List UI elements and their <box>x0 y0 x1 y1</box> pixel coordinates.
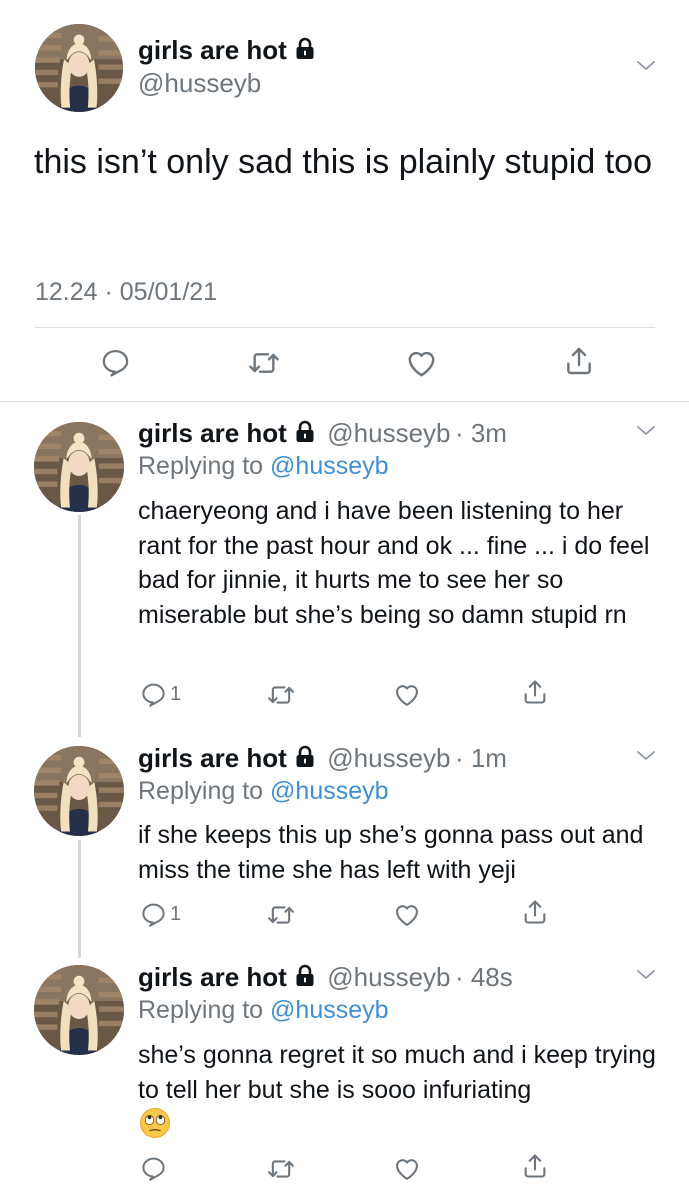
tweet-text: she’s gonna regret it so much and i keep… <box>138 1041 656 1104</box>
handle[interactable]: @husseyb <box>138 68 261 99</box>
display-name[interactable]: girls are hot <box>138 35 287 65</box>
reply-icon <box>140 901 167 928</box>
retweet-icon <box>267 1155 295 1183</box>
chevron-down-icon[interactable] <box>634 963 658 992</box>
replying-to: Replying to @husseyb <box>138 777 389 805</box>
like-icon <box>393 1155 421 1183</box>
retweet-icon <box>267 681 295 709</box>
chevron-down-icon[interactable] <box>634 54 658 83</box>
lock-icon <box>293 37 317 68</box>
tweet-text: if she keeps this up she’s gonna pass ou… <box>138 821 644 884</box>
like-icon <box>405 347 438 380</box>
reply-count: 1 <box>170 903 182 925</box>
rolling-eyes-emoji <box>139 1107 171 1144</box>
reply-icon <box>100 347 131 378</box>
like-button[interactable] <box>405 347 438 380</box>
like-button[interactable] <box>393 681 421 709</box>
replying-to: Replying to @husseyb <box>138 452 389 480</box>
like-button[interactable] <box>393 1155 421 1183</box>
avatar[interactable] <box>34 965 124 1055</box>
replying-to-link[interactable]: @husseyb <box>270 452 389 480</box>
share-button[interactable] <box>521 1152 549 1180</box>
display-name[interactable]: girls are hot <box>138 962 287 992</box>
reply-button[interactable] <box>140 1155 170 1182</box>
retweet-icon <box>267 901 295 929</box>
lock-icon <box>293 964 317 993</box>
retweet-button[interactable] <box>267 681 295 709</box>
retweet-button[interactable] <box>267 901 295 929</box>
section-divider <box>0 401 689 402</box>
replying-to-link[interactable]: @husseyb <box>270 996 389 1024</box>
tweet-age: · 48s <box>454 962 513 992</box>
reply-count: 1 <box>170 683 182 705</box>
retweet-button[interactable] <box>267 1155 295 1183</box>
replying-to-link[interactable]: @husseyb <box>270 777 389 805</box>
share-icon <box>521 1152 549 1180</box>
share-icon <box>521 678 549 706</box>
display-name[interactable]: girls are hot <box>138 418 287 448</box>
chevron-down-icon[interactable] <box>634 419 658 448</box>
handle[interactable]: @husseyb <box>327 962 450 992</box>
retweet-button[interactable] <box>248 347 280 379</box>
chevron-down-icon[interactable] <box>634 744 658 773</box>
tweet-age: · 3m <box>454 418 507 448</box>
like-icon <box>393 901 421 929</box>
display-name[interactable]: girls are hot <box>138 743 287 773</box>
share-icon <box>521 898 549 926</box>
avatar[interactable] <box>35 24 123 112</box>
tweet-text: chaeryeong and i have been listening to … <box>138 497 650 629</box>
reply-button[interactable]: 1 <box>140 901 181 928</box>
lock-icon <box>293 745 317 774</box>
handle[interactable]: @husseyb <box>327 743 450 773</box>
replying-to: Replying to @husseyb <box>138 996 389 1024</box>
lock-icon <box>293 420 317 449</box>
tweet-age: · 1m <box>454 743 507 773</box>
timestamp[interactable]: 12.24 · 05/01/21 <box>35 278 217 307</box>
share-button[interactable] <box>521 678 549 706</box>
retweet-icon <box>248 347 280 379</box>
reply-button[interactable] <box>100 347 131 378</box>
divider <box>35 327 655 328</box>
tweet-text: this isn’t only sad this is plainly stup… <box>34 143 652 181</box>
reply-icon <box>140 681 167 708</box>
avatar[interactable] <box>34 746 124 836</box>
reply-icon <box>140 1155 167 1182</box>
handle[interactable]: @husseyb <box>327 418 450 448</box>
avatar[interactable] <box>34 422 124 512</box>
reply-button[interactable]: 1 <box>140 681 181 708</box>
share-button[interactable] <box>563 345 595 377</box>
share-icon <box>563 345 595 377</box>
like-button[interactable] <box>393 901 421 929</box>
like-icon <box>393 681 421 709</box>
thread-line <box>78 515 81 737</box>
share-button[interactable] <box>521 898 549 926</box>
thread-line <box>78 840 81 958</box>
